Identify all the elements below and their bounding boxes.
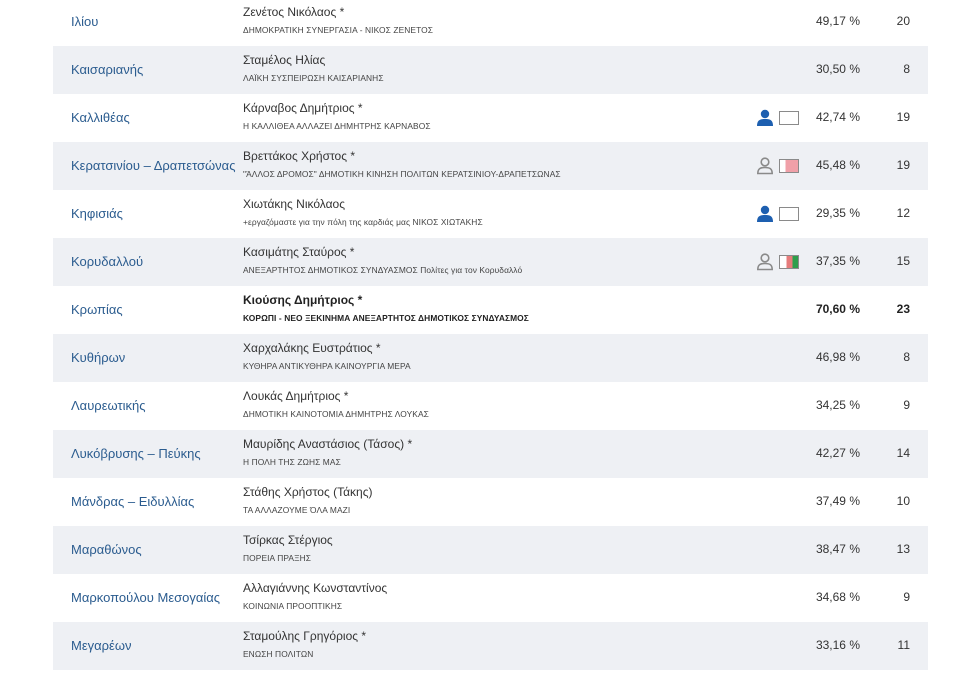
- vote-percentage: 34,25 %: [815, 398, 860, 412]
- municipality-link[interactable]: Λαυρεωτικής: [71, 398, 145, 413]
- seat-count: 9: [903, 590, 910, 604]
- party-name: ΕΝΩΣΗ ΠΟΛΙΤΩΝ: [243, 649, 314, 659]
- seat-count: 20: [896, 14, 910, 28]
- candidate-name: Αλλαγιάννης Κωνσταντίνος: [243, 581, 388, 595]
- affiliation-indicator: [755, 109, 801, 127]
- party-name: ΚΟΡΩΠΙ - ΝΕΟ ΞΕΚΙΝΗΜΑ ΑΝΕΞΑΡΤΗΤΟΣ ΔΗΜΟΤΙ…: [243, 313, 529, 323]
- table-row: Κερατσινίου – Δραπετσώνας Βρεττάκος Χρήστ…: [53, 142, 928, 190]
- table-row: Λυκόβρυσης – Πεύκης Μαυρίδης Αναστάσιος (…: [53, 430, 928, 478]
- candidate-name: Κασιμάτης Σταύρος *: [243, 245, 355, 259]
- flag-tricolor-icon: [779, 255, 799, 269]
- seat-count: 8: [903, 350, 910, 364]
- party-name: Η ΠΟΛΗ ΤΗΣ ΖΩΗΣ ΜΑΣ: [243, 457, 341, 467]
- candidate-name: Λουκάς Δημήτριος *: [243, 389, 349, 403]
- table-row: Καλλιθέας Κάρναβος Δημήτριος * Η ΚΑΛΛΙΘΕΑ …: [53, 94, 928, 142]
- flag-red-white-icon: [779, 159, 799, 173]
- flag-blank-icon: [779, 111, 799, 125]
- vote-percentage: 45,48 %: [815, 158, 860, 172]
- vote-percentage: 42,74 %: [815, 110, 860, 124]
- seat-count: 15: [896, 254, 910, 268]
- seat-count: 12: [896, 206, 910, 220]
- vote-percentage: 30,50 %: [815, 62, 860, 76]
- municipality-link[interactable]: Κερατσινίου – Δραπετσώνας: [71, 158, 235, 173]
- seat-count: 11: [897, 638, 910, 652]
- candidate-name: Κιούσης Δημήτριος *: [243, 293, 363, 307]
- affiliation-indicator: [755, 157, 801, 175]
- seat-count: 10: [896, 494, 910, 508]
- municipality-link[interactable]: Λυκόβρυσης – Πεύκης: [71, 446, 201, 461]
- municipality-link[interactable]: Κορυδαλλού: [71, 254, 143, 269]
- vote-percentage: 70,60 %: [815, 302, 860, 316]
- municipality-link[interactable]: Μαραθώνος: [71, 542, 142, 557]
- municipality-link[interactable]: Ιλίου: [71, 14, 98, 29]
- seat-count: 9: [903, 398, 910, 412]
- table-row: Ιλίου Ζενέτος Νικόλαος * ΔΗΜΟΚΡΑΤΙΚΗ ΣΥΝΕΡ…: [53, 0, 928, 46]
- party-name: ΚΥΘΗΡΑ ΑΝΤΙΚΥΘΗΡΑ ΚΑΙΝΟΥΡΓΙΑ ΜΕΡΑ: [243, 361, 411, 371]
- person-outline-icon: [755, 157, 775, 175]
- table-row: Καισαριανής Σταμέλος Ηλίας ΛΑΪΚΗ ΣΥΣΠΕΙΡΩΣ…: [53, 46, 928, 94]
- party-name: ΠΟΡΕΙΑ ΠΡΑΞΗΣ: [243, 553, 312, 563]
- candidate-name: Τσίρκας Στέργιος: [243, 533, 333, 547]
- party-name: ΔΗΜΟΤΙΚΗ ΚΑΙΝΟΤΟΜΙΑ ΔΗΜΗΤΡΗΣ ΛΟΥΚΑΣ: [243, 409, 429, 419]
- vote-percentage: 37,49 %: [815, 494, 860, 508]
- candidate-name: Σταμούλης Γρηγόριος *: [243, 629, 367, 643]
- vote-percentage: 38,47 %: [815, 542, 860, 556]
- vote-percentage: 46,98 %: [815, 350, 860, 364]
- table-row: Κηφισιάς Χιωτάκης Νικόλαος +εργαζόμαστε γι…: [53, 190, 928, 238]
- party-name: ΚΟΙΝΩΝΙΑ ΠΡΟΟΠΤΙΚΗΣ: [243, 601, 343, 611]
- candidate-name: Στάθης Χρήστος (Τάκης): [243, 485, 373, 499]
- party-name: ΤΑ ΑΛΛΑΖΟΥΜΕ ΌΛΑ ΜΑΖΙ: [243, 505, 351, 515]
- candidate-name: Ζενέτος Νικόλαος *: [243, 5, 345, 19]
- table-row: Κυθήρων Χαρχαλάκης Ευστράτιος * ΚΥΘΗΡΑ ΑΝΤ…: [53, 334, 928, 382]
- seat-count: 13: [896, 542, 910, 556]
- party-name: ΔΗΜΟΚΡΑΤΙΚΗ ΣΥΝΕΡΓΑΣΙΑ - ΝΙΚΟΣ ΖΕΝΕΤΟΣ: [243, 25, 434, 35]
- party-name: ΑΝΕΞΑΡΤΗΤΟΣ ΔΗΜΟΤΙΚΟΣ ΣΥΝΔΥΑΣΜΟΣ Πολίτες…: [243, 265, 523, 275]
- party-name: Η ΚΑΛΛΙΘΕΑ ΑΛΛΑΖΕΙ ΔΗΜΗΤΡΗΣ ΚΑΡΝΑΒΟΣ: [243, 121, 431, 131]
- candidate-name: Χαρχαλάκης Ευστράτιος *: [243, 341, 381, 355]
- affiliation-indicator: [755, 205, 801, 223]
- municipality-link[interactable]: Καλλιθέας: [71, 110, 130, 125]
- candidate-name: Σταμέλος Ηλίας: [243, 53, 326, 67]
- results-table: Ιλίου Ζενέτος Νικόλαος * ΔΗΜΟΚΡΑΤΙΚΗ ΣΥΝΕΡ…: [53, 0, 928, 670]
- municipality-link[interactable]: Μαρκοπούλου Μεσογαίας: [71, 590, 220, 605]
- municipality-link[interactable]: Καισαριανής: [71, 62, 143, 77]
- table-row: Λαυρεωτικής Λουκάς Δημήτριος * ΔΗΜΟΤΙΚΗ ΚΑ…: [53, 382, 928, 430]
- table-row: Μαραθώνος Τσίρκας Στέργιος ΠΟΡΕΙΑ ΠΡΑΞΗΣ 38…: [53, 526, 928, 574]
- vote-percentage: 34,68 %: [815, 590, 860, 604]
- person-filled-icon: [755, 109, 775, 127]
- candidate-name: Μαυρίδης Αναστάσιος (Τάσος) *: [243, 437, 413, 451]
- party-name: "ΆΛΛΟΣ ΔΡΟΜΟΣ" ΔΗΜΟΤΙΚΗ ΚΙΝΗΣΗ ΠΟΛΙΤΩΝ Κ…: [243, 169, 561, 179]
- municipality-link[interactable]: Κρωπίας: [71, 302, 123, 317]
- municipality-link[interactable]: Κηφισιάς: [71, 206, 123, 221]
- party-name: +εργαζόμαστε για την πόλη της καρδιάς μα…: [243, 217, 483, 227]
- table-row: Κορυδαλλού Κασιμάτης Σταύρος * ΑΝΕΞΑΡΤΗΤΟΣ…: [53, 238, 928, 286]
- municipality-link[interactable]: Κυθήρων: [71, 350, 125, 365]
- candidate-name: Βρεττάκος Χρήστος *: [243, 149, 356, 163]
- vote-percentage: 42,27 %: [815, 446, 860, 460]
- vote-percentage: 49,17 %: [815, 14, 860, 28]
- affiliation-indicator: [755, 253, 801, 271]
- seat-count: 14: [896, 446, 910, 460]
- vote-percentage: 37,35 %: [815, 254, 860, 268]
- vote-percentage: 33,16 %: [815, 638, 860, 652]
- flag-blank-icon: [779, 207, 799, 221]
- municipality-link[interactable]: Μεγαρέων: [71, 638, 131, 653]
- seat-count: 19: [896, 110, 910, 124]
- seat-count: 23: [896, 302, 910, 316]
- party-name: ΛΑΪΚΗ ΣΥΣΠΕΙΡΩΣΗ ΚΑΙΣΑΡΙΑΝΗΣ: [243, 73, 384, 83]
- vote-percentage: 29,35 %: [815, 206, 860, 220]
- person-outline-icon: [755, 253, 775, 271]
- seat-count: 8: [903, 62, 910, 76]
- candidate-name: Κάρναβος Δημήτριος *: [243, 101, 363, 115]
- municipality-link[interactable]: Μάνδρας – Ειδυλλίας: [71, 494, 194, 509]
- table-row: Μεγαρέων Σταμούλης Γρηγόριος * ΕΝΩΣΗ ΠΟΛΙΤ…: [53, 622, 928, 670]
- table-row: Μάνδρας – Ειδυλλίας Στάθης Χρήστος (Τάκης…: [53, 478, 928, 526]
- table-row: Μαρκοπούλου Μεσογαίας Αλλαγιάννης Κωνσταν…: [53, 574, 928, 622]
- seat-count: 19: [896, 158, 910, 172]
- candidate-name: Χιωτάκης Νικόλαος: [243, 197, 346, 211]
- table-row: Κρωπίας Κιούσης Δημήτριος * ΚΟΡΩΠΙ - ΝΕΟ Ξ…: [53, 286, 928, 334]
- person-filled-icon: [755, 205, 775, 223]
